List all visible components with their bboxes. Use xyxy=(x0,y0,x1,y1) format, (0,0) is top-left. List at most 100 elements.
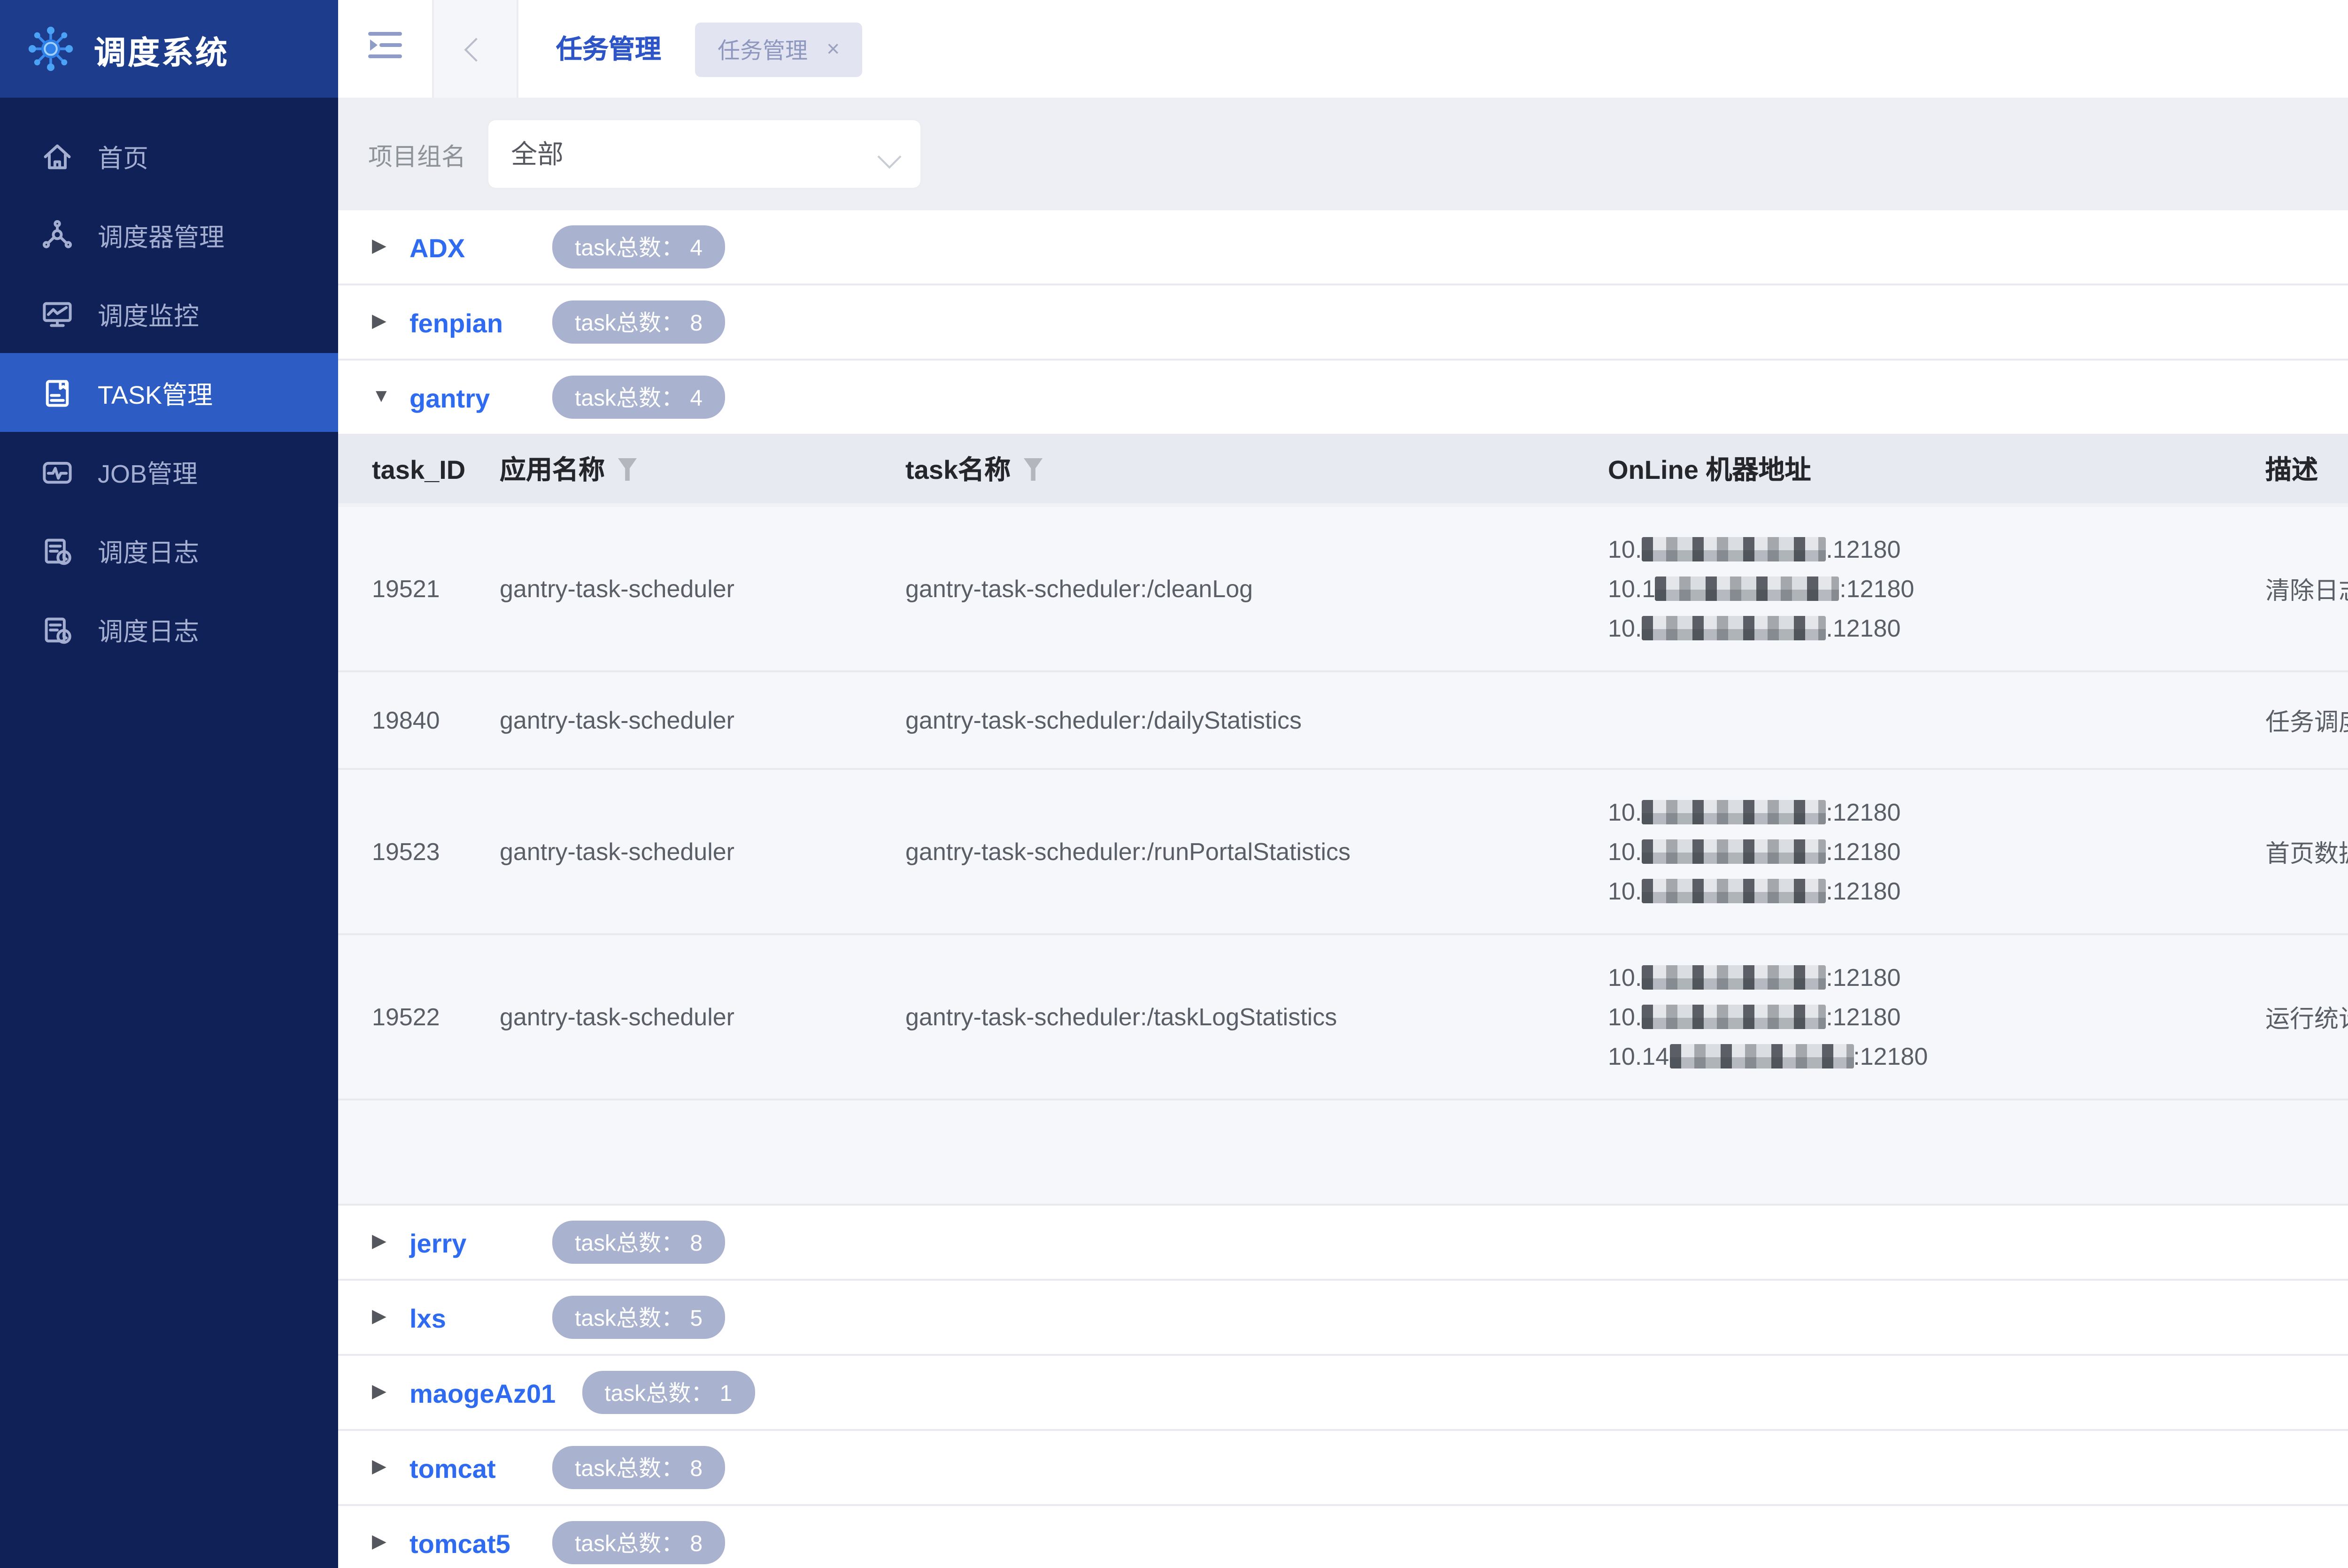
sidebar-item-label: 调度器管理 xyxy=(98,223,224,252)
censored-ip-mosaic xyxy=(1642,616,1826,640)
main-area: 任务管理 任务管理 × 关闭操作 项目组名 全部 刷新 xyxy=(338,0,2348,1568)
group-name: lxs xyxy=(409,1302,446,1332)
cell-description: 清除日志数据定时任务 xyxy=(2265,576,2348,605)
ip-address: 10.:12180 xyxy=(1608,997,2265,1037)
sidebar-item-label: TASK管理 xyxy=(98,381,213,409)
group-row-gantry[interactable]: ▼ gantry task总数： 4 xyxy=(338,361,2348,436)
triangle-right-icon: ▶ xyxy=(372,237,386,257)
sidebar-item-monitor[interactable]: 调度监控 xyxy=(0,274,338,353)
column-header: task名称 xyxy=(905,451,1608,488)
table-row: 19840 gantry-task-scheduler gantry-task-sc… xyxy=(338,672,2348,770)
cell-task-name: gantry-task-scheduler:/taskLogStatistics xyxy=(905,1003,1337,1031)
ip-port-suffix: :12180 xyxy=(1839,575,1915,603)
group-name: fenpian xyxy=(409,307,503,337)
group-name: gantry xyxy=(409,382,490,412)
scheduler-icon xyxy=(41,219,73,251)
table-row: 19522 gantry-task-scheduler gantry-task-sc… xyxy=(338,935,2348,1100)
project-group-select[interactable]: 全部 xyxy=(488,120,921,188)
sidebar: 调度系统 首页 调度器管理 调度监控 TASK管理 JOB管理 调度日志 调度日志 xyxy=(0,0,338,1568)
ip-port-suffix: .12180 xyxy=(1826,535,1901,563)
sidebar-item-log1[interactable]: 调度日志 xyxy=(0,511,338,590)
task-count-badge: task总数： 8 xyxy=(552,1446,726,1489)
group-row-lxs[interactable]: ▶ lxs task总数： 5 xyxy=(338,1281,2348,1356)
cell-app-name: gantry-task-scheduler xyxy=(500,838,734,866)
logo: 调度系统 xyxy=(0,0,338,98)
task-count-badge: task总数： 4 xyxy=(552,225,726,269)
sidebar-item-task[interactable]: TASK管理 xyxy=(0,353,338,432)
tab-label: 任务管理 xyxy=(718,37,808,63)
ip-prefix: 10. xyxy=(1608,614,1642,642)
ip-port-suffix: :12180 xyxy=(1826,798,1901,826)
task-count-badge: task总数： 8 xyxy=(552,300,726,344)
log-icon xyxy=(41,534,73,566)
cell-description: 运行统计数据定时任务 xyxy=(2265,1005,2348,1033)
ip-prefix: 10.14 xyxy=(1608,1042,1669,1070)
group-list: ▶ ADX task总数： 4 ▶ fenpian task总数： 8 ▼ gantry tas… xyxy=(338,210,2348,1568)
monitor-icon xyxy=(41,298,73,330)
group-row-tomcat[interactable]: ▶ tomcat task总数： 8 xyxy=(338,1431,2348,1506)
ip-port-suffix: :12180 xyxy=(1826,1003,1901,1031)
censored-ip-mosaic xyxy=(1642,800,1826,824)
ip-port-suffix: :12180 xyxy=(1853,1042,1928,1070)
tab-close-icon[interactable]: × xyxy=(826,36,840,62)
task-count-badge: task总数： 8 xyxy=(552,1221,726,1264)
column-header-label: task名称 xyxy=(905,454,1011,484)
ip-address: 10.14 :12180 xyxy=(1608,1037,2265,1076)
ip-prefix: 10. xyxy=(1608,963,1642,992)
cell-online-machines: 10.:12180 10.:12180 10.:12180 xyxy=(1608,792,2265,911)
table-row: 19523 gantry-task-scheduler gantry-task-sc… xyxy=(338,770,2348,935)
table-header: task_ID应用名称task名称OnLine 机器地址描述操作 xyxy=(338,436,2348,507)
group-row-ADX[interactable]: ▶ ADX task总数： 4 xyxy=(338,210,2348,285)
topbar: 任务管理 任务管理 × 关闭操作 xyxy=(338,0,2348,98)
select-chevron-down-icon xyxy=(877,144,902,168)
triangle-right-icon: ▶ xyxy=(372,312,386,332)
censored-ip-mosaic xyxy=(1642,965,1826,990)
sidebar-item-job[interactable]: JOB管理 xyxy=(0,432,338,511)
column-header-label: task_ID xyxy=(372,454,466,484)
column-header: 应用名称 xyxy=(500,451,905,488)
group-row-maogeAz01[interactable]: ▶ maogeAz01 task总数： 1 xyxy=(338,1356,2348,1431)
sidebar-item-scheduler[interactable]: 调度器管理 xyxy=(0,195,338,274)
cell-task-id: 19522 xyxy=(372,1003,440,1031)
sidebar-item-label: 调度日志 xyxy=(98,539,199,567)
tab-task-management[interactable]: 任务管理 × xyxy=(695,22,863,76)
cell-description: 任务调度日报统计定时任务 xyxy=(2265,708,2348,736)
breadcrumb: 任务管理 xyxy=(556,34,661,64)
ip-address: 10. :12180 xyxy=(1608,958,2265,997)
task-count-badge: task总数： 5 xyxy=(552,1296,726,1339)
cell-online-machines: 10. .12180 10.1 :12180 10. .12180 xyxy=(1608,530,2265,648)
triangle-right-icon: ▶ xyxy=(372,1232,386,1253)
app-root: 调度系统 首页 调度器管理 调度监控 TASK管理 JOB管理 调度日志 调度日志 任务管理… xyxy=(0,0,2348,1568)
sidebar-item-label: JOB管理 xyxy=(98,460,198,488)
job-icon xyxy=(41,455,73,487)
tabs-scroll-left[interactable] xyxy=(432,0,518,98)
cell-task-name: gantry-task-scheduler:/dailyStatistics xyxy=(905,706,1302,734)
column-header-label: 描述 xyxy=(2265,454,2318,484)
ip-address: 10.1 :12180 xyxy=(1608,569,2265,608)
group-name: jerry xyxy=(409,1227,467,1257)
ip-port-suffix: :12180 xyxy=(1826,963,1901,992)
cell-task-id: 19523 xyxy=(372,838,440,866)
group-row-fenpian[interactable]: ▶ fenpian task总数： 8 xyxy=(338,285,2348,361)
cell-task-name: gantry-task-scheduler:/cleanLog xyxy=(905,575,1253,603)
cell-app-name: gantry-task-scheduler xyxy=(500,706,734,734)
filter-funnel-icon[interactable] xyxy=(618,458,637,481)
ip-prefix: 10. xyxy=(1608,535,1642,563)
sidebar-item-log2[interactable]: 调度日志 xyxy=(0,590,338,669)
group-row-jerry[interactable]: ▶ jerry task总数： 8 xyxy=(338,1206,2348,1281)
ip-prefix: 10.1 xyxy=(1608,575,1656,603)
project-group-select-value: 全部 xyxy=(511,139,564,169)
collapse-menu-icon[interactable] xyxy=(368,29,406,69)
filter-funnel-icon[interactable] xyxy=(1024,458,1043,481)
censored-ip-mosaic xyxy=(1655,576,1840,601)
column-header: 描述 xyxy=(2265,451,2348,488)
column-header: OnLine 机器地址 xyxy=(1608,451,2265,488)
cell-online-machines: 10.:12180 10.:12180 10.14:12180 xyxy=(1608,958,2265,1076)
group-row-tomcat5[interactable]: ▶ tomcat5 task总数： 8 xyxy=(338,1506,2348,1568)
sidebar-item-home[interactable]: 首页 xyxy=(0,116,338,195)
censored-ip-mosaic xyxy=(1642,1005,1826,1029)
ip-port-suffix: .12180 xyxy=(1826,614,1901,642)
task-icon xyxy=(41,377,73,408)
censored-ip-mosaic xyxy=(1669,1044,1854,1068)
ip-port-suffix: :12180 xyxy=(1826,838,1901,866)
